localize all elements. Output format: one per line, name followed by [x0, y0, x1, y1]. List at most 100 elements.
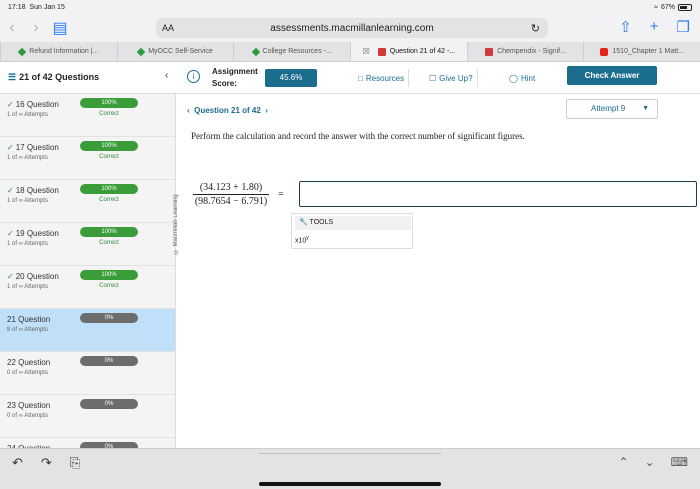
- question-title-text: 18 Question: [15, 186, 59, 195]
- browser-tab[interactable]: ☒ Question 21 of 42 -...: [350, 42, 467, 61]
- prev-question-icon[interactable]: ‹: [187, 106, 190, 115]
- question-attempts: 1 of ∞ Attempts: [7, 198, 48, 204]
- question-status: Correct: [99, 111, 119, 117]
- share-icon[interactable]: ⇧: [619, 18, 632, 36]
- status-date: Sun Jan 15: [29, 3, 65, 11]
- give-up-icon: ☐: [429, 73, 437, 83]
- equals-sign: =: [278, 189, 284, 200]
- check-circle-icon: ✓: [7, 272, 14, 281]
- question-title: ✓ 17 Question: [7, 143, 59, 152]
- caret-down-icon: ▼: [642, 105, 649, 112]
- question-title: ✓ 20 Question: [7, 272, 59, 281]
- question-title-text: 21 Question: [7, 315, 51, 324]
- question-title: ✓ 18 Question: [7, 186, 59, 195]
- forward-arrow-icon[interactable]: ›: [24, 19, 48, 37]
- hint-button[interactable]: ◯ Hint: [505, 69, 539, 87]
- redo-icon[interactable]: ↷: [41, 455, 52, 471]
- give-up-label: Give Up?: [439, 73, 473, 83]
- fraction-denominator: (98.7654 − 6.791): [194, 196, 268, 207]
- progress-pill: 100%: [80, 141, 138, 151]
- question-sidebar: ✓ 16 Question 1 of ∞ Attempts 100% Correct ✓ 1…: [0, 94, 176, 448]
- reload-icon[interactable]: ↻: [531, 22, 540, 35]
- browser-tab[interactable]: Refund Information |...: [0, 42, 117, 61]
- question-status: Correct: [99, 197, 119, 203]
- check-answer-button[interactable]: Check Answer: [567, 66, 657, 85]
- progress-pill: 100%: [80, 98, 138, 108]
- next-question-icon[interactable]: ›: [265, 106, 268, 115]
- question-count: 21 of 42 Questions: [19, 72, 100, 82]
- calculation-fraction: (34.123 + 1.80) (98.7654 − 6.791): [193, 182, 269, 207]
- tab-label: MyOCC Self-Service: [148, 48, 213, 55]
- question-attempts: 0 of ∞ Attempts: [7, 370, 48, 376]
- progress-pill: 0%: [80, 399, 138, 409]
- question-title-text: 19 Question: [15, 229, 59, 238]
- tab-favicon-icon: [485, 47, 494, 56]
- x10-base: x10: [295, 237, 307, 245]
- new-tab-icon[interactable]: +: [650, 18, 659, 36]
- answer-input[interactable]: [299, 181, 697, 207]
- chevron-up-icon[interactable]: ⌃: [619, 455, 629, 469]
- lightbulb-icon: ◯: [509, 73, 518, 83]
- clipboard-icon[interactable]: ⎘: [70, 455, 80, 471]
- check-circle-icon: ✓: [7, 186, 14, 195]
- wifi-icon: ≈: [654, 3, 658, 11]
- tab-label: 1510_Chapter 1 Matt...: [612, 48, 684, 55]
- browser-tab[interactable]: MyOCC Self-Service: [116, 42, 234, 61]
- bookmarks-icon[interactable]: ▤: [48, 18, 72, 38]
- folder-icon: □: [358, 73, 363, 83]
- tab-favicon-icon: [18, 47, 27, 56]
- give-up-button[interactable]: ☐ Give Up?: [425, 69, 478, 87]
- battery-percent: 67%: [660, 3, 675, 11]
- question-status: Correct: [99, 283, 119, 289]
- question-title-text: 20 Question: [15, 272, 59, 281]
- question-title: ✓ 19 Question: [7, 229, 59, 238]
- question-list-item[interactable]: ✓ 17 Question 1 of ∞ Attempts 100% Correct: [0, 137, 175, 180]
- attempt-dropdown[interactable]: Attempt 9 ▼: [566, 99, 658, 119]
- question-list-item[interactable]: 22 Question 0 of ∞ Attempts 0%: [0, 352, 175, 395]
- attempt-label: Attempt 9: [591, 104, 626, 113]
- check-circle-icon: ✓: [7, 229, 14, 238]
- tools-toggle[interactable]: 🔧 TOOLS: [295, 216, 411, 230]
- browser-tab[interactable]: Chempendix - Signif...: [466, 42, 584, 61]
- question-list-item[interactable]: 24 Question0%: [0, 438, 175, 448]
- info-icon[interactable]: i: [187, 70, 200, 83]
- question-list-item[interactable]: 21 Question 8 of ∞ Attempts 0%: [0, 309, 175, 352]
- battery-fill: [680, 5, 687, 9]
- divider: [259, 453, 441, 454]
- back-arrow-icon[interactable]: ‹: [0, 19, 24, 37]
- close-tab-icon[interactable]: ☒: [363, 47, 370, 56]
- score-label: Assignment Score:: [212, 67, 258, 88]
- question-attempts: 1 of ∞ Attempts: [7, 112, 48, 118]
- address-bar[interactable]: AA assessments.macmillanlearning.com ↻: [156, 18, 548, 38]
- question-list-toggle[interactable]: ☰ 21 of 42 Questions: [8, 72, 99, 83]
- question-list-item[interactable]: ✓ 18 Question 1 of ∞ Attempts 100% Correct: [0, 180, 175, 223]
- question-status: Correct: [99, 240, 119, 246]
- question-attempts: 1 of ∞ Attempts: [7, 284, 48, 290]
- question-title: 22 Question: [7, 358, 50, 367]
- question-list-item[interactable]: ✓ 19 Question 1 of ∞ Attempts 100% Correct: [0, 223, 175, 266]
- resources-button[interactable]: □ Resources: [354, 69, 410, 87]
- scientific-notation-button[interactable]: x10y: [295, 235, 309, 244]
- tab-favicon-icon: [377, 47, 386, 56]
- x10-exponent: y: [306, 235, 309, 241]
- undo-icon[interactable]: ↶: [12, 455, 23, 471]
- collapse-sidebar-icon[interactable]: ‹: [165, 70, 168, 81]
- browser-tab[interactable]: College Resources -...: [233, 42, 350, 61]
- check-circle-icon: ✓: [7, 100, 14, 109]
- tabs-overview-icon[interactable]: ❐: [677, 18, 690, 36]
- question-list-item[interactable]: ✓ 16 Question 1 of ∞ Attempts 100% Correct: [0, 94, 175, 137]
- tab-label: Chempendix - Signif...: [497, 48, 566, 55]
- text-size-button[interactable]: AA: [162, 23, 174, 33]
- assessment-header: ☰ 21 of 42 Questions ‹ i Assignment Score…: [0, 62, 700, 94]
- question-list-item[interactable]: 23 Question 0 of ∞ Attempts 0%: [0, 395, 175, 438]
- question-title: 23 Question: [7, 401, 50, 410]
- question-nav-label: Question 21 of 42: [194, 106, 261, 115]
- browser-tab[interactable]: 1510_Chapter 1 Matt...: [583, 42, 700, 61]
- question-list-item[interactable]: ✓ 20 Question 1 of ∞ Attempts 100% Correct: [0, 266, 175, 309]
- score-value: 45.6%: [265, 69, 317, 87]
- battery-icon: [678, 3, 692, 11]
- tab-favicon-icon: [251, 47, 260, 56]
- question-attempts: 1 of ∞ Attempts: [7, 241, 48, 247]
- keyboard-icon[interactable]: ⌨: [671, 455, 688, 469]
- chevron-down-icon[interactable]: ⌄: [645, 455, 655, 469]
